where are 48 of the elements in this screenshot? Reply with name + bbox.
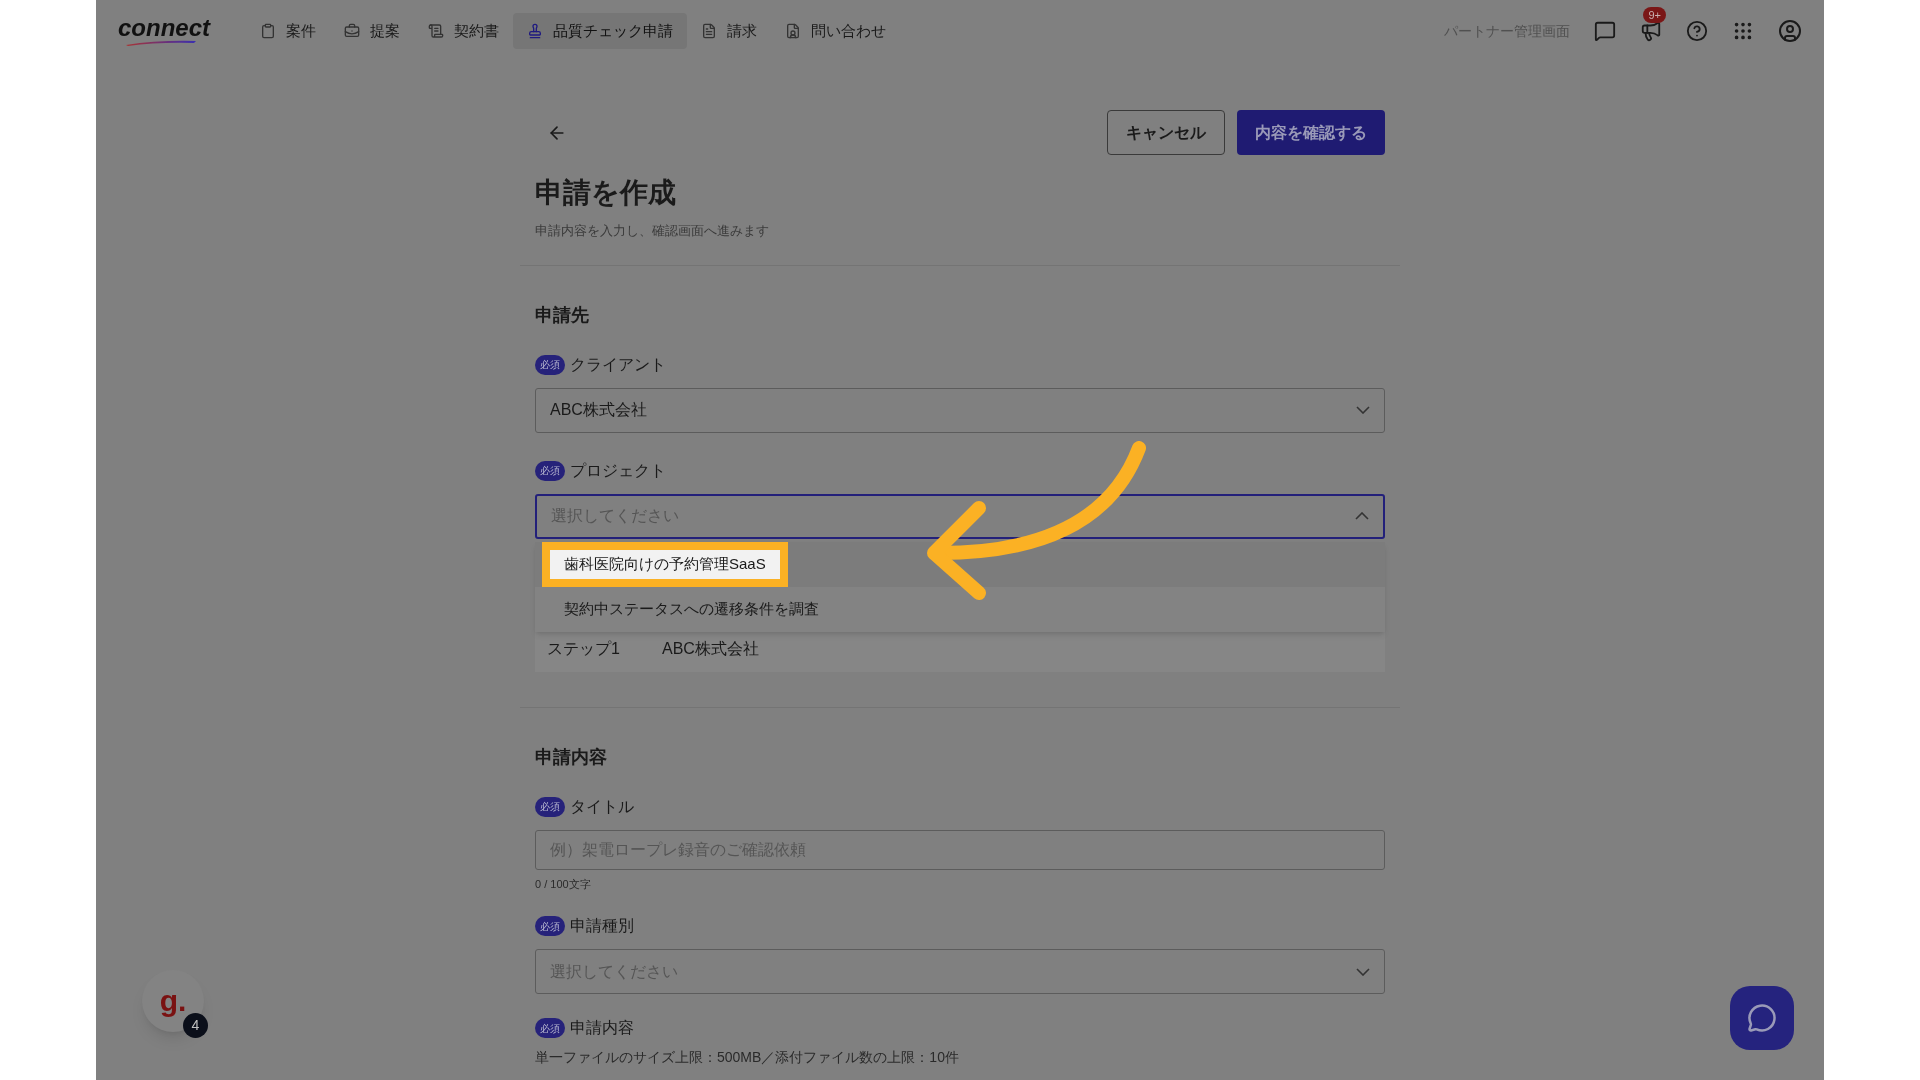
required-badge: 必須 xyxy=(535,916,565,936)
megaphone-icon[interactable] xyxy=(1640,20,1662,42)
nav-item-icon xyxy=(344,23,360,39)
required-badge: 必須 xyxy=(535,796,565,817)
nav-tab[interactable]: 問い合わせ xyxy=(771,13,900,49)
nav-tab[interactable]: 品質チェック申請 xyxy=(513,13,687,49)
upload-note: 単一ファイルのサイズ上限：500MB／添付ファイル数の上限：10件 xyxy=(535,1048,960,1067)
chat-button[interactable] xyxy=(1730,986,1794,1050)
page-title: 申請を作成 xyxy=(535,176,677,210)
help-icon[interactable] xyxy=(1686,20,1708,42)
field-label: クライアント xyxy=(570,354,666,375)
nav-tab[interactable]: 提案 xyxy=(330,13,414,49)
cancel-button[interactable]: キャンセル xyxy=(1107,110,1225,155)
page-subtitle: 申請内容を入力し、確認画面へ進みます xyxy=(535,222,770,240)
section-heading: 申請先 xyxy=(535,303,590,327)
connect-logo[interactable]: connect xyxy=(118,16,210,46)
chevron-up-icon xyxy=(1355,512,1369,520)
field-label: 申請種別 xyxy=(570,916,634,936)
nav-item-icon xyxy=(428,23,444,39)
nav-item-icon xyxy=(527,23,543,39)
client-select[interactable]: ABC株式会社 xyxy=(535,387,1385,433)
notification-badge: 9+ xyxy=(1643,7,1666,23)
apps-grid-icon[interactable] xyxy=(1732,20,1754,42)
nav-tab[interactable]: 契約書 xyxy=(414,13,513,49)
nav-item-icon xyxy=(785,23,801,39)
required-badge: 必須 xyxy=(535,1018,565,1038)
nav-item-icon xyxy=(701,23,717,39)
field-label: タイトル xyxy=(570,796,634,817)
dropdown-option[interactable]: 歯科医院向けの予約管理SaaS xyxy=(542,541,788,587)
field-label: プロジェクト xyxy=(570,460,666,481)
nav-tab[interactable]: 案件 xyxy=(246,13,330,49)
dropdown-option[interactable]: 契約中ステータスへの遷移条件を調査 xyxy=(535,586,848,632)
step-label: ステップ1 xyxy=(547,639,621,659)
chevron-down-icon xyxy=(1356,406,1370,414)
chevron-down-icon xyxy=(1356,967,1370,976)
confirm-button[interactable]: 内容を確認する xyxy=(1237,110,1385,155)
required-badge: 必須 xyxy=(535,354,565,375)
account-icon[interactable] xyxy=(1778,19,1802,43)
count-badge: 4 xyxy=(183,1013,208,1038)
message-icon[interactable] xyxy=(1594,20,1616,42)
step-value: ABC株式会社 xyxy=(662,639,759,659)
required-badge: 必須 xyxy=(535,460,565,481)
character-counter: 0 / 100文字 xyxy=(535,876,592,892)
nav-tab[interactable]: 請求 xyxy=(687,13,771,49)
section-heading: 申請内容 xyxy=(535,745,608,769)
nav-item-icon xyxy=(260,23,276,39)
chat-bubble-icon xyxy=(1747,1003,1777,1033)
field-label: 申請内容 xyxy=(570,1018,634,1038)
